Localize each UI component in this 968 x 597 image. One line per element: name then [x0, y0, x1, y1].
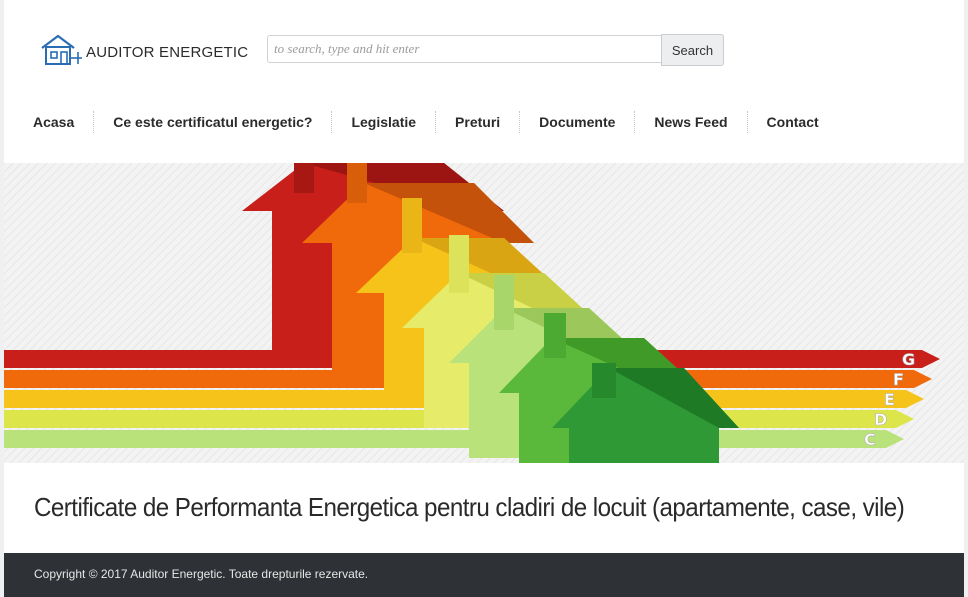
copyright-text: Copyright © 2017 Auditor Energetic. Toat…	[34, 567, 369, 581]
class-letter-g: G	[902, 350, 915, 369]
class-letter-c: C	[864, 430, 876, 449]
main-nav: Acasa Ce este certificatul energetic? Le…	[4, 110, 838, 134]
energy-houses-illustration: G F E D C	[4, 163, 964, 463]
search-input[interactable]	[267, 35, 661, 63]
site-logo[interactable]: Auditor Energetic	[40, 34, 248, 66]
page: Auditor Energetic Search Acasa Ce este c…	[4, 0, 964, 597]
nav-item-preturi[interactable]: Preturi	[436, 110, 519, 134]
nav-item-legislatie[interactable]: Legislatie	[332, 110, 435, 134]
search-button[interactable]: Search	[661, 34, 724, 66]
page-headline: Certificate de Performanta Energetica pe…	[34, 492, 905, 522]
nav-item-certificat[interactable]: Ce este certificatul energetic?	[94, 110, 331, 134]
logo-text: Auditor Energetic	[86, 43, 249, 61]
house-outline-icon	[41, 34, 82, 65]
nav-item-documente[interactable]: Documente	[520, 110, 634, 134]
site-footer: Copyright © 2017 Auditor Energetic. Toat…	[4, 553, 964, 597]
hero-banner: G F E D C	[4, 163, 964, 463]
class-letter-d: D	[874, 410, 887, 429]
class-letter-f: F	[893, 370, 904, 389]
class-letter-e: E	[884, 390, 895, 409]
search-form: Search	[267, 34, 724, 66]
nav-item-news-feed[interactable]: News Feed	[635, 110, 746, 134]
nav-item-contact[interactable]: Contact	[748, 110, 838, 134]
nav-item-acasa[interactable]: Acasa	[4, 110, 93, 134]
